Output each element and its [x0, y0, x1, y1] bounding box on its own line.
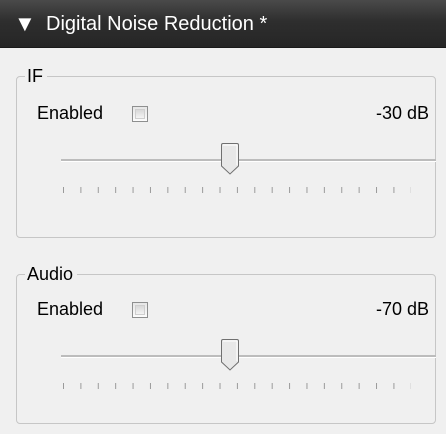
audio-slider-thumb[interactable]	[220, 339, 240, 371]
if-slider-ticks	[63, 187, 411, 193]
collapse-triangle-icon[interactable]: ▼	[14, 13, 36, 35]
if-enabled-checkbox[interactable]	[132, 106, 148, 122]
audio-value-readout: -70 dB	[375, 299, 429, 319]
if-group: IF Enabled -30 dB	[16, 65, 436, 238]
audio-slider-ticks	[63, 383, 411, 389]
audio-slider-track[interactable]	[61, 355, 436, 358]
audio-group: Audio Enabled -70 dB	[16, 263, 436, 424]
if-slider-thumb[interactable]	[220, 143, 240, 175]
audio-enabled-checkbox[interactable]	[132, 302, 148, 318]
if-enabled-label: Enabled	[37, 103, 104, 123]
audio-group-legend: Audio	[25, 263, 78, 285]
panel-title: Digital Noise Reduction *	[46, 13, 268, 35]
if-slider-track[interactable]	[61, 159, 436, 162]
if-group-legend: IF	[25, 65, 47, 87]
panel-header[interactable]: ▼ Digital Noise Reduction *	[0, 0, 446, 48]
if-value-readout: -30 dB	[375, 103, 429, 123]
audio-enabled-label: Enabled	[37, 299, 104, 319]
